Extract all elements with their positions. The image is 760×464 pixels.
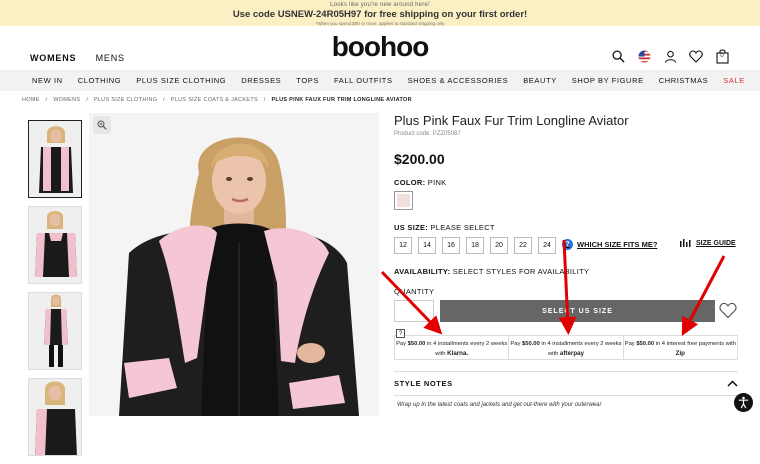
zoom-button[interactable] (93, 116, 111, 134)
zip-option[interactable]: Pay $50.00 in 4 interest free payments w… (624, 336, 737, 359)
product-title: Plus Pink Faux Fur Trim Longline Aviator (394, 113, 629, 128)
breadcrumb: HOME / WOMENS / PLUS SIZE CLOTHING / PLU… (22, 97, 416, 103)
bag-count: 0 (720, 53, 724, 59)
size-option[interactable]: 16 (442, 237, 460, 254)
add-to-bag-button[interactable]: SELECT US SIZE (440, 300, 715, 322)
pay-amount: $50.00 (522, 341, 540, 347)
pay-amount: $50.00 (636, 341, 655, 347)
crumb-separator: / (45, 97, 48, 103)
size-option[interactable]: 18 (466, 237, 484, 254)
crumb-separator: / (86, 97, 89, 103)
style-notes-label: STYLE NOTES (394, 379, 453, 388)
crumb-womens[interactable]: WOMENS (53, 97, 80, 103)
pay-amount: $50.00 (407, 341, 426, 347)
swatch-fill (397, 194, 410, 207)
quantity-input[interactable] (394, 300, 434, 322)
color-label: COLOR: (394, 178, 426, 187)
crumb-current: PLUS PINK FAUX FUR TRIM LONGLINE AVIATOR (271, 97, 412, 103)
bag-icon[interactable]: 0 (714, 48, 730, 64)
thumbnail-strip (28, 120, 82, 464)
wishlist-icon[interactable] (688, 48, 704, 64)
afterpay-option[interactable]: Pay $50.00 in 4 installments every 2 wee… (509, 336, 624, 359)
search-icon[interactable] (610, 48, 626, 64)
size-value: PLEASE SELECT (430, 223, 495, 232)
pay-text: in 4 interest free payments with (654, 341, 736, 347)
promo-banner[interactable]: Looks like you're new around here! Use c… (0, 0, 760, 26)
heart-icon (719, 302, 737, 319)
product-price: $200.00 (394, 151, 445, 167)
cat-beauty[interactable]: BEAUTY (523, 76, 557, 85)
product-description: Wrap up in the latest coats and jackets … (397, 402, 602, 408)
cat-shop-by-figure[interactable]: SHOP BY FIGURE (572, 76, 644, 85)
main-product-image[interactable] (89, 113, 379, 416)
cat-fall-outfits[interactable]: FALL OUTFITS (334, 76, 393, 85)
size-option[interactable]: 14 (418, 237, 436, 254)
klarna-logo: Klarna. (447, 349, 469, 357)
which-size-fits-label: WHICH SIZE FITS ME? (577, 240, 658, 249)
availability-label: AVAILABILITY: (394, 267, 451, 276)
thumbnail-1[interactable] (28, 120, 82, 198)
cat-shoes-accessories[interactable]: SHOES & ACCESSORIES (408, 76, 509, 85)
payment-options: Pay $50.00 in 4 installments every 2 wee… (394, 335, 738, 360)
size-guide-link[interactable]: SIZE GUIDE (680, 239, 736, 247)
size-options: 12 14 16 18 20 22 24 (394, 237, 556, 254)
product-info: Plus Pink Faux Fur Trim Longline Aviator… (394, 113, 740, 408)
payment-info-button[interactable]: ? (396, 329, 405, 338)
cat-sale[interactable]: SALE (723, 76, 745, 85)
size-option[interactable]: 22 (514, 237, 532, 254)
size-option[interactable]: 20 (490, 237, 508, 254)
crumb-coats-jackets[interactable]: PLUS SIZE COATS & JACKETS (171, 97, 258, 103)
quantity-label: QUANTITY (394, 287, 435, 296)
size-option[interactable]: 12 (394, 237, 412, 254)
thumbnail-3[interactable] (28, 292, 82, 370)
cat-dresses[interactable]: DRESSES (241, 76, 281, 85)
zoom-icon (97, 120, 107, 130)
cat-new-in[interactable]: NEW IN (32, 76, 63, 85)
pay-text: Pay (510, 341, 522, 347)
afterpay-logo: afterpay (559, 349, 584, 357)
cat-christmas[interactable]: CHRISTMAS (659, 76, 709, 85)
thumbnail-2[interactable] (28, 206, 82, 284)
add-to-wishlist-button[interactable] (719, 302, 737, 320)
crumb-home[interactable]: HOME (22, 97, 40, 103)
account-icon[interactable] (662, 48, 678, 64)
color-swatch-pink[interactable] (394, 191, 413, 210)
accessibility-button[interactable] (734, 393, 753, 412)
ruler-icon (680, 239, 691, 247)
size-label: US SIZE: (394, 223, 429, 232)
which-size-fits-link[interactable]: ? WHICH SIZE FITS ME? (562, 239, 657, 250)
cat-clothing[interactable]: CLOTHING (78, 76, 122, 85)
pay-text: Pay (396, 341, 408, 347)
color-value: PINK (427, 178, 447, 187)
cat-tops[interactable]: TOPS (296, 76, 319, 85)
promo-line-2: Use code USNEW-24R05H97 for free shippin… (232, 9, 528, 20)
chevron-up-icon (727, 380, 738, 387)
color-label-row: COLOR: PINK (394, 178, 447, 187)
model-illustration (89, 113, 379, 416)
availability-row: AVAILABILITY: SELECT STYLES FOR AVAILABI… (394, 267, 589, 276)
help-icon: ? (562, 239, 573, 250)
availability-value: SELECT STYLES FOR AVAILABILITY (452, 267, 590, 276)
style-notes-accordion[interactable]: STYLE NOTES (394, 371, 738, 396)
site-header: WOMENS MENS boohoo 0 (0, 26, 760, 70)
size-label-row: US SIZE: PLEASE SELECT (394, 223, 495, 232)
klarna-option[interactable]: Pay $50.00 in 4 installments every 2 wee… (395, 336, 510, 359)
zip-logo: Zip (675, 349, 685, 357)
us-flag-icon[interactable] (636, 48, 652, 64)
pay-text: Pay (624, 341, 637, 347)
product-code: Product code: PZZ05087 (394, 131, 461, 137)
header-icons: 0 (610, 48, 730, 64)
accessibility-icon (738, 396, 749, 409)
promo-line-1: Looks like you're new around here! (330, 2, 430, 8)
crumb-separator: / (163, 97, 165, 103)
crumb-plus-size[interactable]: PLUS SIZE CLOTHING (94, 97, 157, 103)
cat-plus-size-clothing[interactable]: PLUS SIZE CLOTHING (136, 76, 226, 85)
size-option[interactable]: 24 (538, 237, 556, 254)
size-guide-label: SIZE GUIDE (696, 239, 736, 247)
thumbnail-4[interactable] (28, 378, 82, 456)
category-nav: NEW IN CLOTHING PLUS SIZE CLOTHING DRESS… (0, 70, 760, 91)
crumb-separator: / (263, 97, 266, 103)
